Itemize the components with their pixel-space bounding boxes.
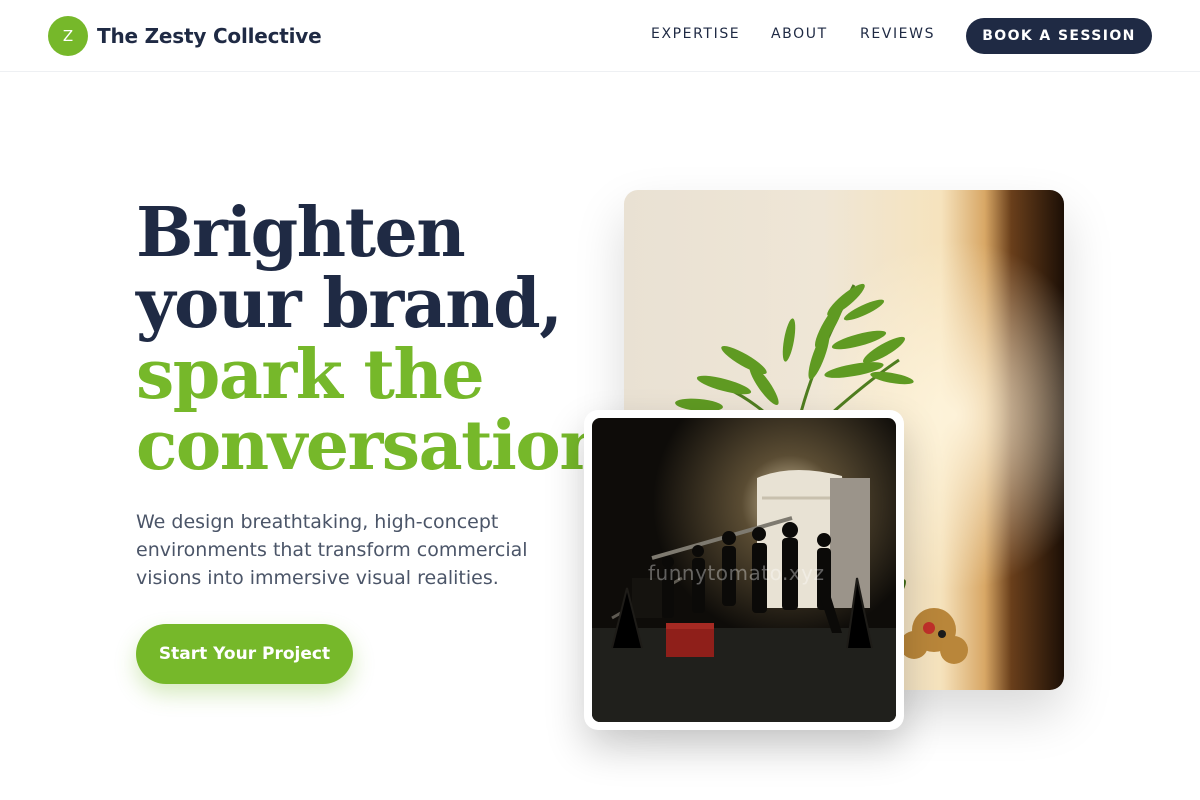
- brand-logo-link[interactable]: Z The Zesty Collective: [48, 16, 322, 56]
- headline-line-4: conversation.: [136, 406, 631, 486]
- brand-name: The Zesty Collective: [97, 24, 322, 48]
- hero-subtext: We design breathtaking, high-concept env…: [136, 511, 528, 589]
- book-session-button[interactable]: BOOK A SESSION: [966, 18, 1152, 54]
- headline-line-2: your brand,: [136, 264, 563, 344]
- watermark-text: funnytomato.xyz: [648, 561, 825, 585]
- headline-line-3: spark the: [136, 335, 485, 415]
- nav-link-expertise[interactable]: EXPERTISE: [651, 26, 740, 42]
- headline-line-1: Brighten: [136, 193, 466, 273]
- site-header: Z The Zesty Collective EXPERTISE ABOUT R…: [0, 0, 1200, 72]
- hero-headline: Brighten your brand, spark the conversat…: [136, 193, 631, 486]
- logo-badge: Z: [48, 16, 88, 56]
- nav-link-reviews[interactable]: REVIEWS: [860, 26, 935, 42]
- start-project-button[interactable]: Start Your Project: [136, 624, 353, 684]
- nav-link-about[interactable]: ABOUT: [771, 26, 828, 42]
